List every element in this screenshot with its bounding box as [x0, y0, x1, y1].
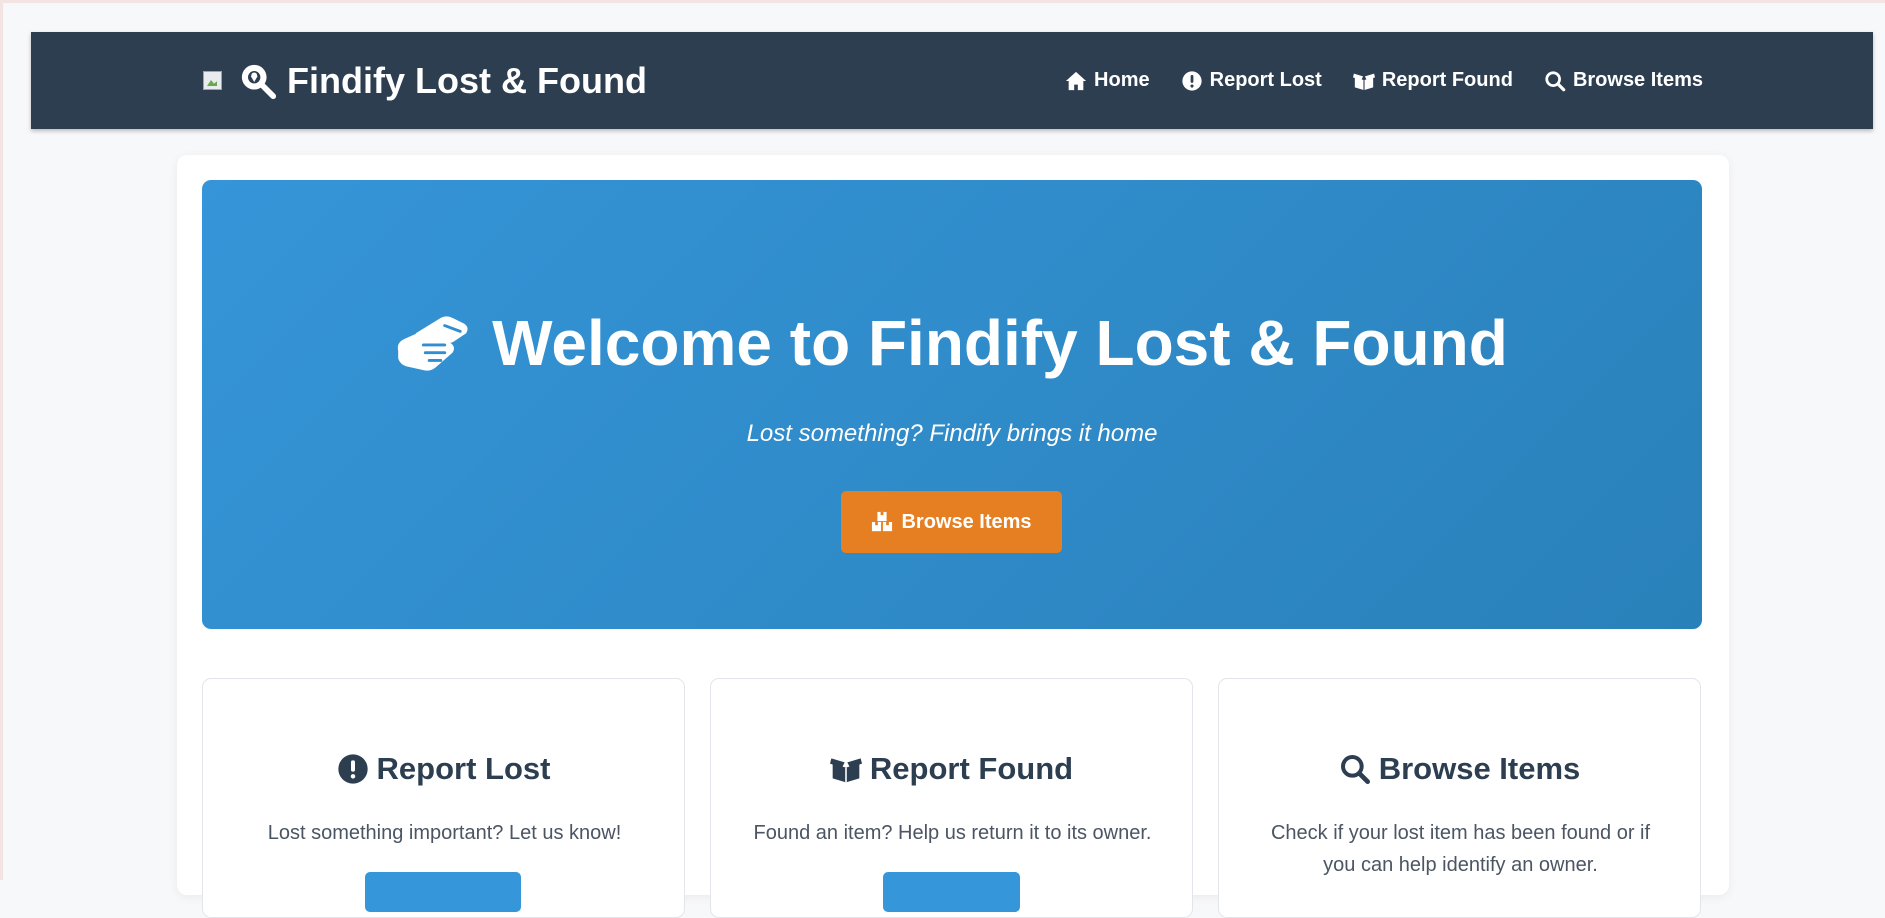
feature-description: Check if your lost item has been found o…	[1270, 822, 1651, 876]
box-open-icon	[829, 758, 862, 783]
feature-description: Lost something important? Let us know!	[267, 822, 622, 844]
feature-card-report-lost: Report Lost Lost something important? Le…	[202, 678, 685, 918]
nav-link-label: Browse Items	[1572, 69, 1703, 91]
main-card: Welcome to Findify Lost & Found Lost som…	[177, 155, 1729, 918]
page-frame: Findify Lost & Found Home Report Lost Re…	[0, 0, 1885, 918]
feature-title-text: Report Lost	[376, 751, 551, 786]
hero-title: Welcome to Findify Lost & Found	[202, 306, 1702, 380]
hero-browse-items-button[interactable]: Browse Items	[841, 491, 1062, 553]
report-lost-button[interactable]	[365, 872, 521, 912]
feature-card-report-found: Report Found Found an item? Help us retu…	[710, 678, 1193, 918]
hero-button-label: Browse Items	[901, 510, 1032, 533]
exclamation-circle-icon	[337, 754, 368, 784]
feature-title: Report Lost	[203, 751, 684, 787]
boxes-icon	[872, 511, 893, 532]
handshake-icon	[397, 316, 468, 371]
nav-link-report-found[interactable]: Report Found	[1352, 69, 1513, 92]
feature-description: Found an item? Help us return it to its …	[753, 822, 1152, 844]
exclamation-circle-icon	[1182, 70, 1202, 91]
brand-title: Findify Lost & Found	[287, 59, 647, 101]
nav-link-report-lost[interactable]: Report Lost	[1181, 69, 1322, 92]
feature-title-text: Report Found	[869, 751, 1074, 786]
search-icon	[1545, 70, 1566, 91]
nav-link-label: Home	[1094, 69, 1150, 91]
hero-tagline: Lost something? Findify brings it home	[746, 420, 1158, 447]
nav-link-label: Report Lost	[1209, 69, 1322, 91]
hero-title-text: Welcome to Findify Lost & Found	[492, 307, 1508, 379]
nav-links: Home Report Lost Report Found Browse Ite…	[1065, 32, 1703, 129]
report-found-button[interactable]	[883, 872, 1020, 912]
search-icon	[1340, 755, 1370, 784]
hero-banner: Welcome to Findify Lost & Found Lost som…	[202, 180, 1702, 629]
search-location-icon	[241, 64, 277, 99]
feature-title: Browse Items	[1219, 751, 1700, 787]
nav-link-browse-items[interactable]: Browse Items	[1544, 69, 1703, 92]
box-open-icon	[1352, 73, 1375, 90]
nav-link-label: Report Found	[1381, 69, 1513, 91]
logo-image	[203, 71, 222, 90]
home-icon	[1065, 71, 1087, 90]
feature-title-text: Browse Items	[1378, 751, 1581, 786]
feature-title: Report Found	[711, 751, 1192, 787]
navbar: Findify Lost & Found Home Report Lost Re…	[31, 32, 1873, 129]
nav-link-home[interactable]: Home	[1065, 69, 1150, 92]
brand-link[interactable]: Findify Lost & Found	[203, 32, 647, 129]
feature-card-browse-items: Browse Items Check if your lost item has…	[1218, 678, 1701, 918]
